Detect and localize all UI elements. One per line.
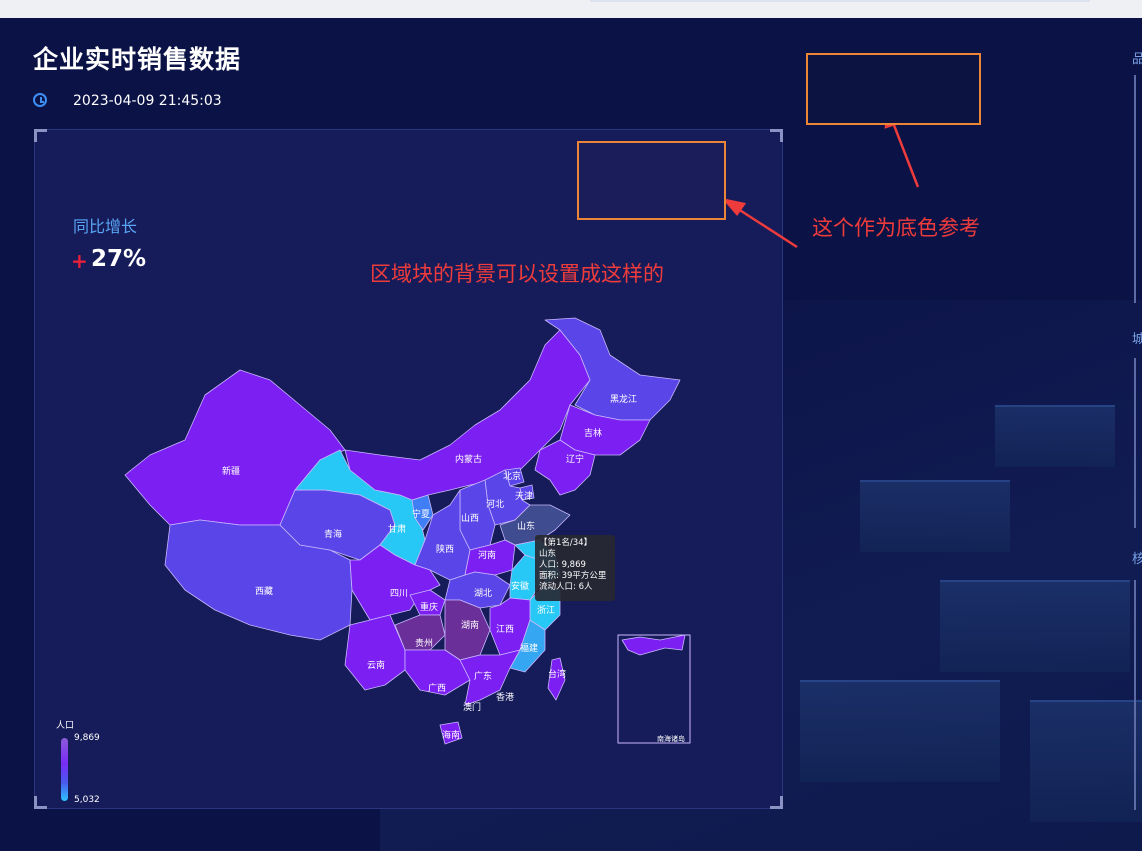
- label-yunnan: 云南: [367, 659, 385, 671]
- right-panel-frame-1: [1134, 75, 1142, 303]
- label-xizang: 西藏: [255, 585, 273, 597]
- label-hebei: 河北: [486, 498, 504, 510]
- label-tianjin: 天津: [515, 491, 533, 502]
- label-shaanxi: 陕西: [436, 543, 454, 555]
- reference-box-region: [577, 141, 726, 220]
- label-ningxia: 宁夏: [412, 508, 430, 520]
- south-sea-land: [621, 634, 686, 656]
- label-liaoning: 辽宁: [566, 453, 584, 465]
- arrow-line: [890, 119, 920, 188]
- tooltip-area: 面积: 39平方公里: [539, 571, 607, 581]
- legend-min: 5,032: [74, 795, 100, 805]
- label-hainan: 海南: [442, 729, 460, 741]
- label-anhui: 安徽: [511, 580, 529, 592]
- label-shandong: 山东: [517, 520, 535, 532]
- annotation-region-bg: 区域块的背景可以设置成这样的: [370, 262, 664, 286]
- right-panel-label-1: 品: [1132, 52, 1142, 67]
- label-guangxi: 广西: [428, 682, 446, 694]
- label-hunan: 湖南: [461, 619, 479, 631]
- label-beijing: 北京: [503, 470, 521, 482]
- label-chongqing: 重庆: [420, 601, 438, 613]
- label-guangdong: 广东: [474, 670, 492, 682]
- label-taiwan: 台湾: [548, 668, 566, 680]
- label-zhejiang: 浙江: [537, 604, 555, 616]
- tooltip-name: 山东: [539, 549, 557, 559]
- right-panel-frame-2: [1134, 358, 1142, 528]
- label-heilongjiang: 黑龙江: [610, 393, 637, 405]
- reference-box-base: [806, 53, 981, 125]
- tooltip-population: 人口: 9,869: [539, 560, 586, 570]
- label-qinghai: 青海: [324, 528, 342, 540]
- tooltip-floating: 流动人口: 6人: [539, 582, 593, 592]
- label-aomen: 澳门: [463, 701, 481, 713]
- label-jiangxi: 江西: [496, 624, 514, 635]
- map-tooltip: 【第1名/34】 山东 人口: 9,869 面积: 39平方公里 流动人口: 6…: [535, 535, 615, 601]
- label-fujian: 福建: [520, 642, 538, 654]
- label-neimenggu: 内蒙古: [455, 453, 482, 465]
- legend-title: 人口: [56, 721, 75, 731]
- right-panel-label-2: 城: [1132, 332, 1142, 347]
- label-henan: 河南: [478, 549, 496, 561]
- arrow-line: [734, 205, 798, 249]
- label-jilin: 吉林: [584, 427, 602, 439]
- label-shanxi: 山西: [461, 513, 479, 524]
- right-panel-label-3: 核: [1132, 552, 1142, 567]
- label-xianggang: 香港: [496, 691, 514, 703]
- label-sichuan: 四川: [390, 589, 408, 599]
- right-panel-frame-3: [1134, 580, 1142, 810]
- label-hubei: 湖北: [474, 588, 492, 599]
- tooltip-rank: 【第1名/34】: [539, 538, 593, 548]
- china-map[interactable]: 新疆 西藏 青海 甘肃 宁夏 内蒙古 黑龙江 吉林 辽宁 北京 天津 河北 山西…: [0, 0, 1142, 851]
- label-gansu: 甘肃: [388, 523, 406, 535]
- legend-gradient-slider[interactable]: [61, 738, 68, 801]
- label-xinjiang: 新疆: [222, 465, 240, 477]
- label-south-sea: 南海诸岛: [657, 734, 685, 743]
- label-guizhou: 贵州: [415, 637, 433, 649]
- legend-max: 9,869: [74, 733, 100, 743]
- annotation-base-color: 这个作为底色参考: [812, 216, 980, 240]
